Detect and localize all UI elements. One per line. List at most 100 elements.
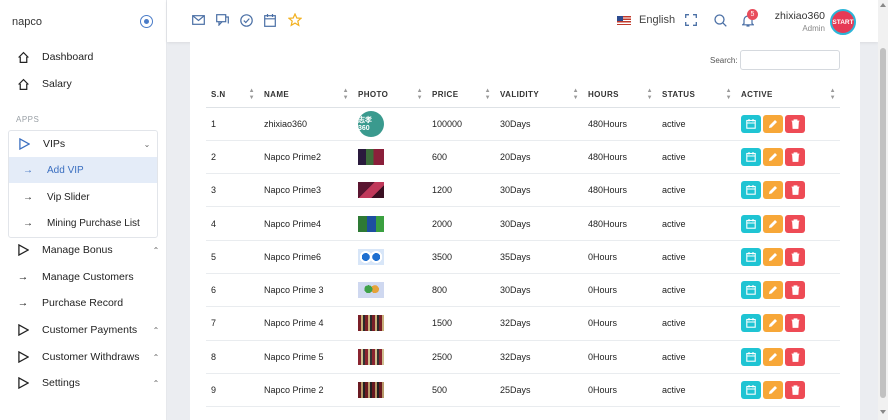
sidebar-subitem-add-vip[interactable]: → Add VIP (9, 157, 157, 183)
column-header-validity[interactable]: VALIDITY ▲ ▼ (495, 82, 583, 108)
view-button[interactable] (741, 314, 761, 333)
table-row: 9 Napco Prime 2 500 25Days 0Hours active (206, 373, 840, 408)
column-header-sn[interactable]: S.N ▲ ▼ (206, 82, 259, 108)
scroll-up-arrow-icon[interactable] (880, 3, 886, 7)
delete-button[interactable] (785, 281, 805, 300)
view-button[interactable] (741, 181, 761, 200)
column-header-name[interactable]: NAME ▲ ▼ (259, 82, 353, 108)
delete-button[interactable] (785, 314, 805, 333)
star-icon[interactable] (288, 13, 302, 27)
vip-photo (358, 282, 384, 299)
cell-sn: 3 (206, 173, 259, 208)
view-button[interactable] (741, 214, 761, 233)
edit-button[interactable] (763, 314, 783, 333)
sidebar-item-manage-customers[interactable]: → Manage Customers (0, 264, 166, 290)
column-header-hours[interactable]: HOURS ▲ ▼ (583, 82, 657, 108)
view-button[interactable] (741, 247, 761, 266)
view-button[interactable] (741, 147, 761, 166)
pencil-icon (768, 185, 778, 195)
edit-button[interactable] (763, 247, 783, 266)
sidebar-item-vips[interactable]: VIPs ⌄ (9, 131, 157, 157)
delete-button[interactable] (785, 181, 805, 200)
cell-sn: 9 (206, 373, 259, 408)
chat-icon[interactable] (215, 13, 229, 27)
sidebar-item-label: Customer Payments (42, 324, 138, 336)
calendar-icon (746, 151, 756, 162)
delete-button[interactable] (785, 147, 805, 166)
view-button[interactable] (741, 381, 761, 400)
column-header-status[interactable]: STATUS ▲ ▼ (657, 82, 736, 108)
sort-icon: ▲ ▼ (416, 88, 423, 101)
pencil-icon (768, 219, 778, 229)
view-button[interactable] (741, 281, 761, 300)
trash-icon (791, 218, 800, 229)
sidebar-item-settings[interactable]: Settings ⌃ (0, 370, 166, 396)
table-row: 8 Napco Prime 5 2500 32Days 0Hours active (206, 340, 840, 374)
brand-name: napco (12, 16, 42, 28)
cell-actions (736, 373, 840, 408)
language-selector[interactable]: English (617, 14, 675, 26)
edit-button[interactable] (763, 381, 783, 400)
sidebar-subitem-mining-purchase-list[interactable]: → Mining Purchase List (9, 210, 157, 236)
sidebar-toggle-icon[interactable] (140, 15, 153, 28)
sidebar-item-label: Settings (42, 377, 80, 389)
sidebar-subitem-vip-slider[interactable]: → Vip Slider (9, 184, 157, 210)
delete-button[interactable] (785, 247, 805, 266)
cell-actions (736, 273, 840, 308)
sidebar-item-salary[interactable]: Salary (0, 71, 166, 97)
cell-validity: 30Days (495, 273, 583, 308)
username: zhixiao360 (774, 10, 825, 22)
edit-button[interactable] (763, 214, 783, 233)
table-row: 4 Napco Prime4 2000 30Days 480Hours active (206, 206, 840, 241)
sidebar-item-purchase-record[interactable]: → Purchase Record (0, 290, 166, 316)
check-circle-icon[interactable] (239, 13, 253, 27)
edit-button[interactable] (763, 281, 783, 300)
mail-icon[interactable] (191, 13, 205, 27)
view-button[interactable] (741, 114, 761, 133)
delete-button[interactable] (785, 347, 805, 366)
calendar-icon[interactable] (263, 13, 277, 27)
cell-sn: 6 (206, 273, 259, 308)
sidebar-item-label: VIPs (43, 138, 66, 150)
home-icon (16, 77, 30, 91)
cell-photo (353, 173, 427, 208)
edit-button[interactable] (763, 114, 783, 133)
scroll-thumb[interactable] (880, 48, 886, 398)
user-info[interactable]: zhixiao360 Admin (767, 10, 825, 33)
column-header-photo[interactable]: PHOTO ▲ ▼ (353, 82, 427, 108)
sort-icon: ▲ ▼ (342, 88, 349, 101)
avatar[interactable]: START (830, 9, 856, 35)
sidebar-item-manage-bonus[interactable]: Manage Bonus ⌃ (0, 237, 166, 263)
arrow-right-icon: → (17, 271, 29, 283)
page-scrollbar[interactable] (878, 0, 888, 420)
scroll-down-arrow-icon[interactable] (880, 410, 886, 414)
chevron-up-icon: ⌃ (152, 378, 160, 388)
edit-button[interactable] (763, 347, 783, 366)
view-button[interactable] (741, 347, 761, 366)
cell-price: 100000 (427, 107, 495, 141)
sidebar-item-customer-payments[interactable]: Customer Payments ⌃ (0, 317, 166, 343)
header-label: VALIDITY (500, 89, 540, 99)
header-label: NAME (264, 89, 290, 99)
delete-button[interactable] (785, 214, 805, 233)
cell-price: 1200 (427, 173, 495, 208)
sidebar-item-customer-withdraws[interactable]: Customer Withdraws ⌃ (0, 344, 166, 370)
edit-button[interactable] (763, 181, 783, 200)
cell-status: active (657, 173, 736, 208)
edit-button[interactable] (763, 147, 783, 166)
delete-button[interactable] (785, 114, 805, 133)
sidebar: napco Dashboard Salary APPS VIPs ⌄ → Add… (0, 0, 167, 420)
column-header-active[interactable]: ACTIVE ▲ ▼ (736, 82, 840, 108)
column-header-price[interactable]: PRICE ▲ ▼ (427, 82, 495, 108)
search-input[interactable] (740, 50, 840, 70)
search-icon[interactable] (713, 13, 727, 27)
sidebar-item-dashboard[interactable]: Dashboard (0, 44, 166, 70)
cell-photo (353, 240, 427, 274)
sidebar-item-label: Mining Purchase List (47, 217, 140, 229)
arrow-right-icon: → (23, 217, 33, 229)
fullscreen-icon[interactable] (684, 13, 698, 27)
table-row: 7 Napco Prime 4 1500 32Days 0Hours active (206, 306, 840, 341)
cell-name: Napco Prime2 (259, 140, 353, 175)
delete-button[interactable] (785, 381, 805, 400)
cell-name: Napco Prime 2 (259, 373, 353, 408)
